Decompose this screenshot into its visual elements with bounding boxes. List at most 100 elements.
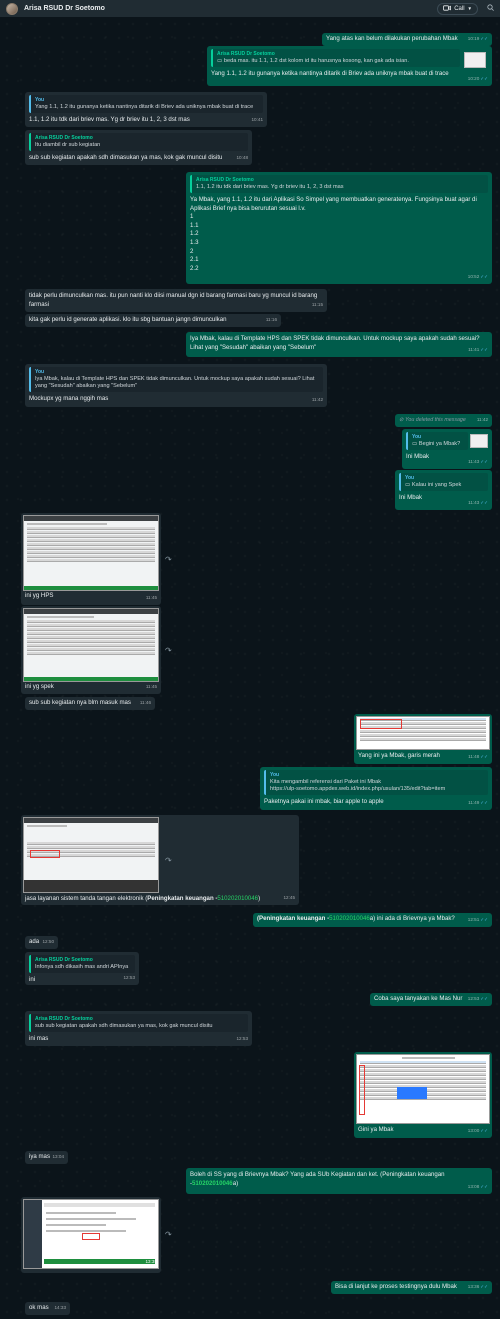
- quoted-message[interactable]: Arisa RSUD Dr Soetomo Infonya sdh dikasi…: [29, 955, 135, 973]
- message-outgoing[interactable]: You ▭ Kalau ini yang Spek Ini Mbak 11:43…: [395, 470, 492, 510]
- read-ticks-icon: ✓✓: [480, 754, 488, 760]
- quote-text: Yang 1.1, 1.2 itu gunanya ketika nantiny…: [35, 104, 254, 110]
- quote-author: Arisa RSUD Dr Soetomo: [217, 51, 275, 57]
- read-ticks-icon: ✓✓: [480, 1284, 488, 1290]
- message-incoming[interactable]: Arisa RSUD Dr Soetomo sub sub kegiatan a…: [25, 1011, 252, 1046]
- spreadsheet-screenshot[interactable]: [23, 515, 159, 591]
- message-incoming[interactable]: You Yang 1.1, 1.2 itu gunanya ketika nan…: [25, 92, 267, 127]
- web-app-screenshot[interactable]: [23, 1199, 159, 1269]
- message-text: ini mas: [29, 1035, 49, 1042]
- message-time: 13:08: [467, 1184, 480, 1190]
- report-screenshot[interactable]: [356, 1054, 490, 1124]
- read-ticks-icon: ✓✓: [480, 1184, 488, 1190]
- message-time: 13:35: [145, 1259, 158, 1265]
- quoted-message[interactable]: You ▭ Kalau ini yang Spek: [399, 473, 488, 491]
- message-incoming[interactable]: kita gak perlu id generate aplikasi. klo…: [25, 314, 281, 327]
- message-outgoing[interactable]: Arisa RSUD Dr Soetomo ▭ beda mas. itu 1.…: [207, 46, 492, 86]
- quote-text: Iya Mbak, kalau di Template HPS dan SPEK…: [35, 376, 315, 389]
- message-text: tidak perlu dimunculkan mas. itu pun nan…: [29, 292, 318, 308]
- message-outgoing[interactable]: Boleh di SS yang di Brievnya Mbak? Yang …: [186, 1168, 492, 1194]
- message-time: 11:15: [311, 302, 323, 308]
- deleted-icon: ⊘: [399, 417, 404, 423]
- spreadsheet-screenshot[interactable]: [23, 608, 159, 682]
- message-outgoing[interactable]: Coba saya tanyakan ke Mas Nur 12:53✓✓: [370, 993, 492, 1006]
- image-icon: ▭: [405, 482, 411, 488]
- image-message-outgoing[interactable]: Yang ini ya Mbak, garis merah 11:48✓✓: [354, 714, 492, 764]
- forward-icon[interactable]: ↷: [165, 555, 172, 564]
- read-ticks-icon: ✓✓: [480, 500, 488, 506]
- quoted-message[interactable]: You Yang 1.1, 1.2 itu gunanya ketika nan…: [29, 95, 263, 113]
- message-time: 10:19: [467, 36, 480, 42]
- message-incoming[interactable]: sub sub kegiatan nya blm masuk mas 11:46: [25, 697, 155, 710]
- message-incoming[interactable]: You Iya Mbak, kalau di Template HPS dan …: [25, 364, 327, 407]
- message-time: 11:42: [476, 417, 488, 423]
- message-text: ada: [29, 938, 40, 945]
- quoted-message[interactable]: You Kita mengambil referensi dari Paket …: [264, 770, 488, 795]
- quote-url[interactable]: https://ulp-soetomo.appdex.web.id/index.…: [270, 786, 484, 793]
- message-outgoing[interactable]: Iya Mbak, kalau di Template HPS dan SPEK…: [186, 332, 492, 357]
- message-incoming[interactable]: ok mas 14:33: [25, 1302, 70, 1315]
- message-time: 12:53: [236, 1036, 249, 1042]
- quoted-message[interactable]: You Iya Mbak, kalau di Template HPS dan …: [29, 367, 323, 392]
- read-ticks-icon: ✓✓: [480, 76, 488, 82]
- message-deleted[interactable]: ⊘ You deleted this message 11:42: [395, 414, 492, 427]
- read-ticks-icon: ✓✓: [480, 996, 488, 1002]
- image-message-outgoing[interactable]: Gini ya Mbak 13:00✓✓: [354, 1052, 492, 1138]
- message-outgoing[interactable]: You ▭ Begini ya Mbak? Ini Mbak 11:43✓✓: [402, 429, 492, 469]
- image-message-incoming[interactable]: ini yg HPS 11:45: [21, 513, 161, 605]
- message-time: 10:20: [467, 76, 480, 82]
- quoted-message[interactable]: Arisa RSUD Dr Soetomo Itu diambil dr sub…: [29, 133, 248, 151]
- list-item: 1.1: [190, 221, 199, 229]
- message-text: a) ini ada di Brievnya ya Mbak?: [369, 915, 455, 922]
- forward-icon[interactable]: ↷: [165, 856, 172, 865]
- message-outgoing[interactable]: Yang atas kan belum dilakukan perubahan …: [322, 33, 492, 46]
- message-text: sub sub kegiatan apakah sdh dimasukan ya…: [29, 154, 223, 161]
- image-message-incoming[interactable]: ini yg spek 11:45: [21, 606, 161, 694]
- message-incoming[interactable]: ada 12:50: [25, 936, 58, 949]
- quoted-message[interactable]: Arisa RSUD Dr Soetomo sub sub kegiatan a…: [29, 1014, 248, 1032]
- message-incoming[interactable]: Arisa RSUD Dr Soetomo Itu diambil dr sub…: [25, 130, 252, 165]
- table-screenshot[interactable]: [356, 716, 490, 750]
- message-time: 12:51: [467, 917, 480, 923]
- quoted-message[interactable]: You ▭ Begini ya Mbak?: [406, 432, 468, 450]
- message-text: 1.1, 1.2 itu tdk dari briev mas. Yg dr b…: [29, 116, 190, 123]
- message-incoming[interactable]: iya mas 13:04: [25, 1151, 68, 1164]
- bold-text: (Peningkatan keuangan -: [257, 915, 330, 922]
- message-text: ini: [29, 976, 36, 983]
- message-time: 12:53: [123, 975, 136, 981]
- message-time: 11:46: [139, 700, 151, 706]
- message-text: sub sub kegiatan nya blm masuk mas: [29, 699, 131, 706]
- browser-screenshot[interactable]: [23, 817, 159, 893]
- contact-name[interactable]: Arisa RSUD Dr Soetomo: [24, 5, 105, 12]
- contact-avatar[interactable]: [6, 2, 18, 15]
- message-text: Ini Mbak: [406, 453, 430, 460]
- quoted-message[interactable]: Arisa RSUD Dr Soetomo ▭ beda mas. itu 1.…: [211, 49, 460, 67]
- message-time: 12:45: [283, 895, 296, 901]
- message-outgoing[interactable]: Bisa di lanjut ke proses testingnya dulu…: [331, 1281, 492, 1294]
- image-icon: ▭: [217, 58, 223, 64]
- image-message-incoming[interactable]: 13:35: [21, 1197, 161, 1273]
- message-incoming[interactable]: Arisa RSUD Dr Soetomo Infonya sdh dikasi…: [25, 952, 139, 985]
- message-text: kita gak perlu id generate aplikasi. klo…: [29, 316, 227, 323]
- message-text: Mockupx yg mana nggih mas: [29, 395, 109, 402]
- video-camera-icon: [443, 4, 452, 13]
- forward-icon[interactable]: ↷: [165, 646, 172, 655]
- message-text: Bisa di lanjut ke proses testingnya dulu…: [335, 1283, 457, 1290]
- message-time: 11:49: [468, 800, 480, 806]
- quoted-message[interactable]: Arisa RSUD Dr Soetomo 1.1, 1.2 itu tdk d…: [190, 175, 488, 193]
- message-text: Paketnya pakai ini mbak, biar apple to a…: [264, 798, 384, 805]
- message-text: Iya Mbak, kalau di Template HPS dan SPEK…: [190, 335, 480, 351]
- message-outgoing[interactable]: (Peningkatan keuangan -510202010046a) in…: [253, 913, 492, 927]
- call-button[interactable]: Call ▼: [437, 2, 478, 15]
- forward-icon[interactable]: ↷: [165, 1230, 172, 1239]
- message-outgoing[interactable]: You Kita mengambil referensi dari Paket …: [260, 767, 492, 810]
- message-incoming[interactable]: tidak perlu dimunculkan mas. itu pun nan…: [25, 289, 327, 312]
- message-outgoing[interactable]: Arisa RSUD Dr Soetomo 1.1, 1.2 itu tdk d…: [186, 172, 492, 284]
- message-text: Ini Mbak: [399, 494, 423, 501]
- quote-text: beda mas. itu 1.1, 1.2 dst kolom id itu …: [223, 58, 409, 64]
- read-ticks-icon: ✓✓: [480, 1128, 488, 1134]
- search-icon[interactable]: [487, 4, 494, 13]
- image-message-incoming[interactable]: jasa layanan sistem tanda tangan elektro…: [21, 815, 299, 905]
- message-time: 10:48: [236, 155, 249, 161]
- image-caption: ini yg HPS: [25, 592, 54, 599]
